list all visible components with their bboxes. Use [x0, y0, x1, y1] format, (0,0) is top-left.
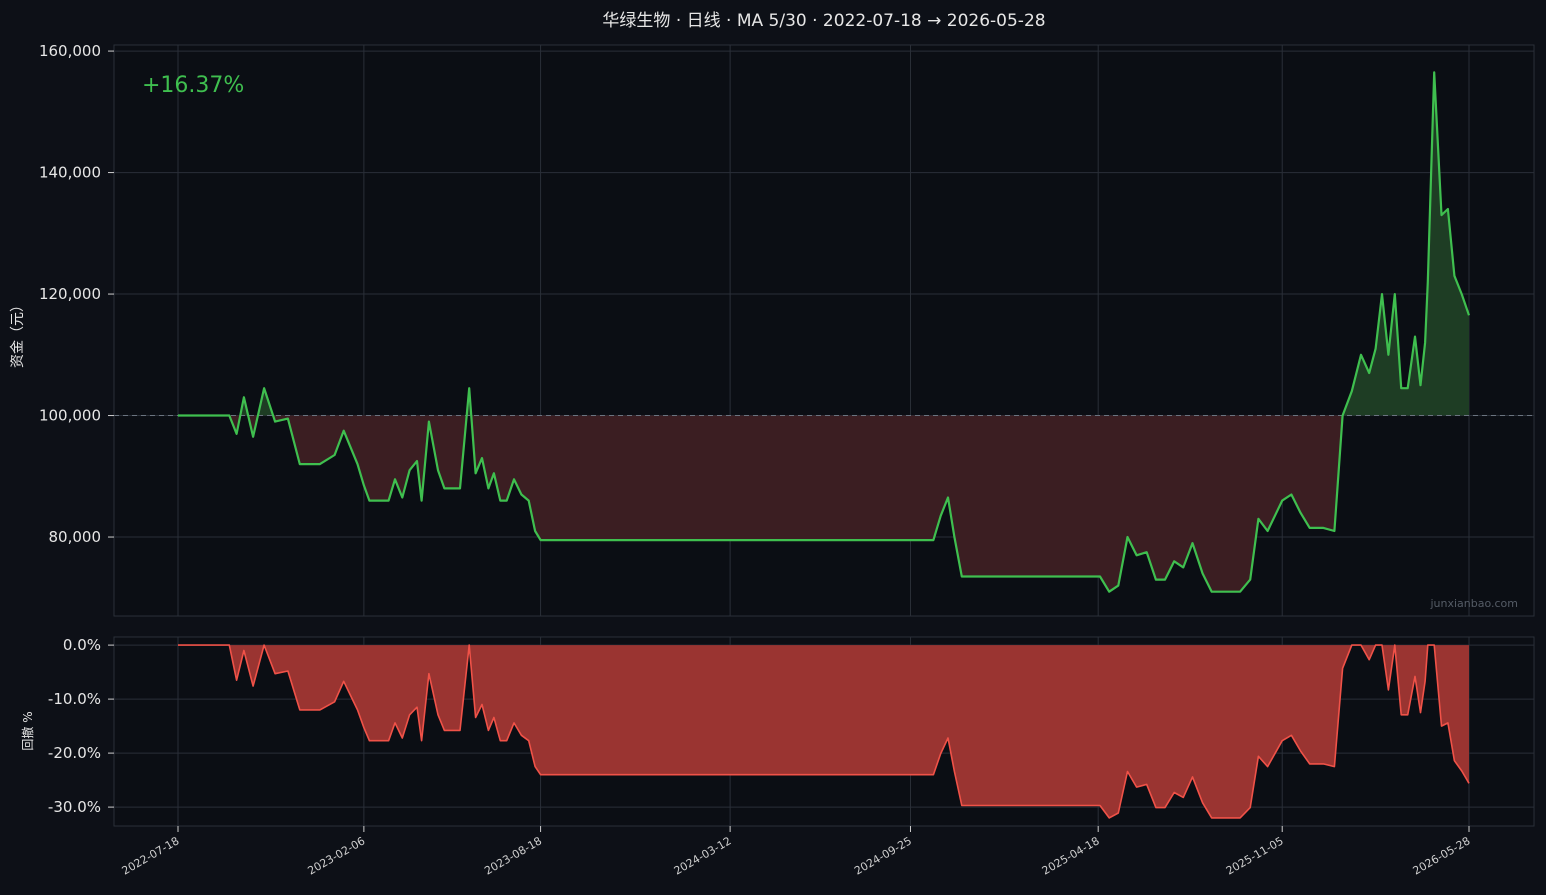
drawdown-ytick-label-1: -10.0% [48, 690, 101, 708]
equity-ytick-label-3: 140,000 [39, 164, 101, 182]
drawdown-ytick-label-3: -30.0% [48, 798, 101, 816]
drawdown-ytick-label-0: 0.0% [63, 636, 101, 654]
drawdown-y-label: 回撤 % [20, 711, 35, 750]
chart-title: 华绿生物 · 日线 · MA 5/30 · 2022-07-18 → 2026-… [602, 11, 1045, 31]
equity-ytick-label-4: 160,000 [39, 42, 101, 60]
return-label: +16.37% [142, 73, 244, 98]
equity-ytick-label-0: 80,000 [49, 528, 102, 546]
drawdown-ytick-label-2: -20.0% [48, 744, 101, 762]
equity-panel: 80,000 100,000 120,000 140,000 160,000 资金（元）… [10, 42, 1535, 617]
backtest-chart: 华绿生物 · 日线 · MA 5/30 · 2022-07-18 → 2026-… [0, 0, 1546, 895]
watermark: junxianbao.com [1429, 597, 1518, 610]
equity-ytick-label-1: 100,000 [39, 407, 101, 425]
equity-y-label: 资金（元） [10, 298, 26, 368]
equity-ytick-label-2: 120,000 [39, 285, 101, 303]
